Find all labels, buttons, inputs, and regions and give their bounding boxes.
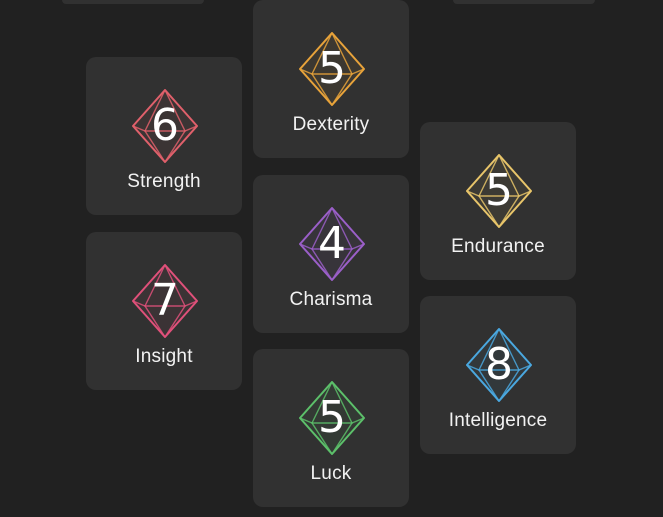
stat-value: 8 [485, 339, 513, 390]
stat-value: 5 [318, 43, 346, 94]
offscreen-card-top-right[interactable] [453, 0, 595, 4]
stat-value: 5 [318, 392, 346, 443]
stat-value: 6 [151, 100, 179, 151]
stat-label: Insight [135, 346, 193, 367]
stat-label: Dexterity [292, 114, 370, 135]
stat-label: Intelligence [448, 410, 548, 431]
stat-value: 4 [318, 218, 346, 269]
stat-label: Strength [127, 171, 201, 192]
stat-card-endurance[interactable]: 5 Endurance [420, 122, 576, 280]
stat-card-insight[interactable]: 7 Insight [86, 232, 242, 390]
stat-card-intelligence[interactable]: 8 Intelligence [420, 296, 576, 454]
stat-label: Endurance [451, 236, 545, 257]
stat-value: 7 [151, 275, 179, 326]
stat-card-dexterity[interactable]: 5 Dexterity [253, 0, 409, 158]
stat-card-luck[interactable]: 5 Luck [253, 349, 409, 507]
stat-label: Luck [310, 463, 352, 484]
stat-card-charisma[interactable]: 4 Charisma [253, 175, 409, 333]
stat-value: 5 [485, 165, 513, 216]
stat-label: Charisma [289, 289, 373, 310]
stat-card-strength[interactable]: 6 Strength [86, 57, 242, 215]
offscreen-card-top-left[interactable] [62, 0, 204, 4]
stat-board: 5 Dexterity 6 Strength 5 Endurance 4 Cha… [0, 0, 663, 517]
